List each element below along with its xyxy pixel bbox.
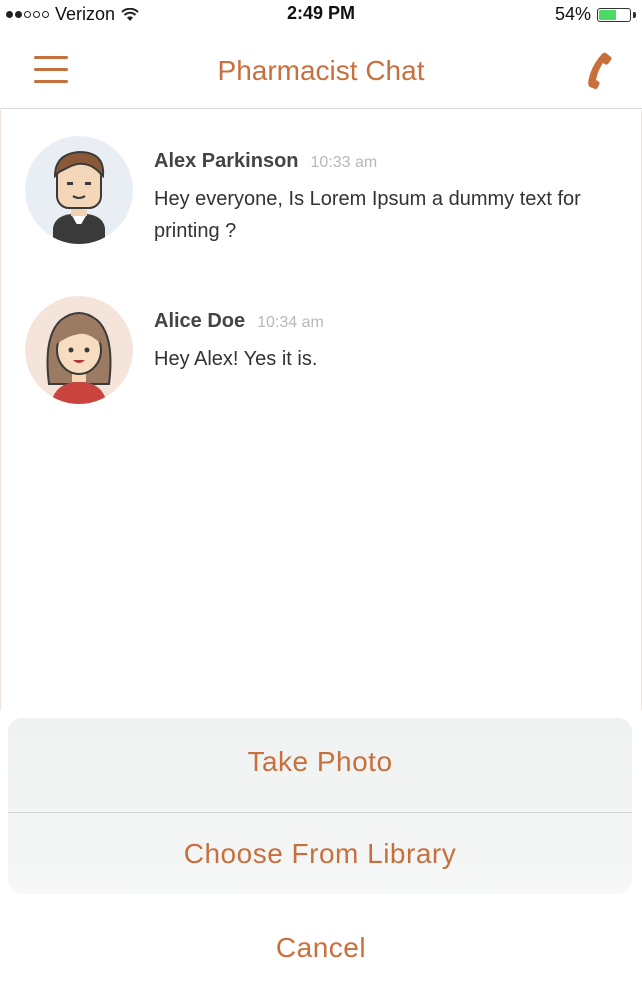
- message-header: Alice Doe 10:34 am: [154, 310, 594, 333]
- sender-name: Alex Parkinson: [154, 150, 299, 172]
- message-body: Alex Parkinson 10:33 am Hey everyone, Is…: [154, 150, 594, 247]
- cancel-group: Cancel: [8, 900, 634, 996]
- status-right: 54%: [555, 4, 636, 25]
- message-header: Alex Parkinson 10:33 am: [154, 150, 594, 173]
- phone-icon: [588, 52, 612, 90]
- battery-icon: [597, 7, 631, 22]
- battery-level: [599, 9, 617, 20]
- call-button[interactable]: [584, 50, 614, 90]
- hamburger-icon: [34, 56, 68, 59]
- hamburger-icon-line: [34, 68, 68, 71]
- sender-name: Alice Doe: [154, 310, 246, 332]
- avatar-alex-parkinson[interactable]: [25, 136, 133, 244]
- page-title: Pharmacist Chat: [217, 55, 425, 86]
- status-time: 2:49 PM: [286, 3, 356, 23]
- avatar-alice-doe[interactable]: [25, 296, 133, 404]
- hamburger-icon-line: [34, 80, 68, 83]
- message-time: 10:33 am: [310, 154, 378, 171]
- status-bar: Verizon 2:49 PM 54%: [0, 0, 642, 30]
- take-photo-button[interactable]: Take Photo: [8, 746, 632, 778]
- divider: [8, 812, 632, 813]
- cancel-button[interactable]: Cancel: [8, 932, 634, 964]
- hamburger-menu-button[interactable]: [30, 50, 74, 88]
- action-sheet-options: Take Photo Choose From Library: [8, 718, 632, 894]
- chat-message-list[interactable]: Alex Parkinson 10:33 am Hey everyone, Is…: [0, 110, 642, 710]
- male-avatar-icon: [25, 136, 133, 244]
- choose-from-library-button[interactable]: Choose From Library: [8, 838, 632, 870]
- message-body: Alice Doe 10:34 am Hey Alex! Yes it is.: [154, 310, 594, 375]
- message-text: Hey Alex! Yes it is.: [154, 348, 318, 370]
- battery-cap: [633, 11, 636, 18]
- message-time: 10:34 am: [257, 314, 324, 331]
- battery-percent: 54%: [554, 4, 591, 24]
- action-sheet: Take Photo Choose From Library Cancel: [0, 716, 642, 998]
- female-avatar-icon: [25, 296, 133, 404]
- message-text: Hey everyone, Is Lorem Ipsum a dummy tex…: [154, 188, 581, 242]
- nav-bar: Pharmacist Chat: [0, 30, 642, 109]
